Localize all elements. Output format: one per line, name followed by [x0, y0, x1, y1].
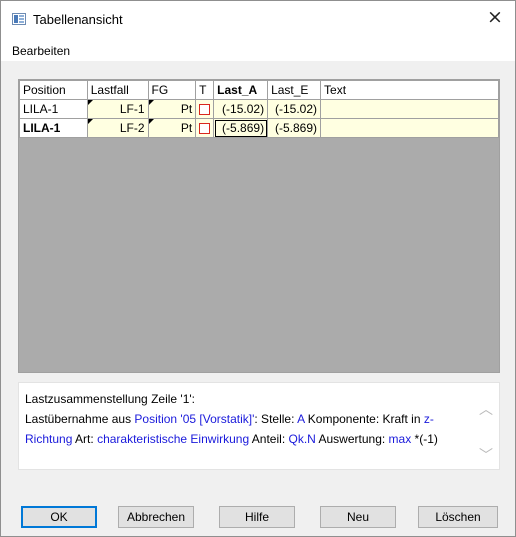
new-button[interactable]: Neu — [320, 506, 396, 528]
desc-plain: Komponente: Kraft in — [304, 412, 424, 426]
cell-fg[interactable]: Pt — [147, 118, 197, 138]
desc-plain: Anteil: — [249, 432, 289, 446]
description-text: Lastzusammenstellung Zeile '1': Lastüber… — [25, 389, 480, 449]
cell-position[interactable]: LILA-1 — [19, 99, 88, 119]
col-header-t[interactable]: T — [195, 80, 215, 100]
cell-last-a-selected[interactable]: (-5.869) — [213, 118, 269, 138]
data-grid[interactable]: Position Lastfall FG T Last_A Last_E Tex… — [18, 79, 500, 373]
cell-text[interactable] — [320, 99, 499, 119]
desc-plain: Art: — [72, 432, 98, 446]
col-header-fg[interactable]: FG — [147, 80, 197, 100]
desc-plain: Auswertung: — [315, 432, 389, 446]
description-line2: Lastübernahme aus Position '05 [Vorstati… — [25, 409, 480, 449]
delete-button[interactable]: Löschen — [418, 506, 498, 528]
desc-link-art[interactable]: charakteristische Einwirkung — [97, 432, 249, 446]
desc-link-position[interactable]: Position '05 [Vorstatik]' — [134, 412, 254, 426]
table-row[interactable]: LILA-1 LF-1 Pt (-15.02) (-15.02) — [19, 99, 499, 119]
cell-last-e[interactable]: (-5.869) — [267, 118, 322, 138]
desc-link-anteil[interactable]: Qk.N — [288, 432, 315, 446]
close-icon[interactable]: × — [475, 1, 515, 33]
col-header-last-e[interactable]: Last_E — [267, 80, 322, 100]
desc-plain: Lastübernahme aus — [25, 412, 135, 426]
desc-link-auswertung[interactable]: max — [389, 432, 412, 446]
desc-plain: *(-1) — [411, 432, 438, 446]
scroll-down-icon[interactable]: ﹀ — [479, 445, 493, 465]
cell-lastfall[interactable]: LF-1 — [86, 99, 149, 119]
help-button[interactable]: Hilfe — [219, 506, 295, 528]
cell-text[interactable] — [320, 118, 499, 138]
window-title: Tabellenansicht — [33, 12, 123, 27]
grid-table: Position Lastfall FG T Last_A Last_E Tex… — [19, 80, 499, 138]
title-bar: Tabellenansicht × — [1, 1, 515, 39]
description-line1: Lastzusammenstellung Zeile '1': — [25, 392, 195, 406]
col-header-position[interactable]: Position — [19, 80, 88, 100]
row-checkbox[interactable] — [199, 123, 211, 135]
dialog-window: Tabellenansicht × Bearbeiten Position La… — [0, 0, 516, 537]
cell-last-a[interactable]: (-15.02) — [213, 99, 269, 119]
menu-bearbeiten[interactable]: Bearbeiten — [12, 44, 70, 58]
desc-plain: : Stelle: — [254, 412, 298, 426]
cell-t[interactable] — [195, 99, 215, 119]
cell-lastfall[interactable]: LF-2 — [86, 118, 149, 138]
cell-t[interactable] — [195, 118, 215, 138]
menu-bar: Bearbeiten — [1, 39, 515, 61]
table-row[interactable]: LILA-1 LF-2 Pt (-5.869) (-5.869) — [19, 118, 499, 138]
cell-fg[interactable]: Pt — [147, 99, 197, 119]
scroll-up-icon[interactable]: ︿ — [479, 399, 493, 419]
cell-position[interactable]: LILA-1 — [19, 118, 88, 138]
row-checkbox[interactable] — [199, 104, 211, 116]
ok-button[interactable]: OK — [21, 506, 97, 528]
col-header-text[interactable]: Text — [320, 80, 499, 100]
col-header-last-a[interactable]: Last_A — [213, 80, 269, 100]
cancel-button[interactable]: Abbrechen — [118, 506, 194, 528]
description-box[interactable]: Lastzusammenstellung Zeile '1': Lastüber… — [18, 382, 500, 470]
grid-header-row: Position Lastfall FG T Last_A Last_E Tex… — [19, 80, 499, 100]
table-app-icon — [12, 13, 26, 25]
col-header-lastfall[interactable]: Lastfall — [86, 80, 149, 100]
cell-last-e[interactable]: (-15.02) — [267, 99, 322, 119]
